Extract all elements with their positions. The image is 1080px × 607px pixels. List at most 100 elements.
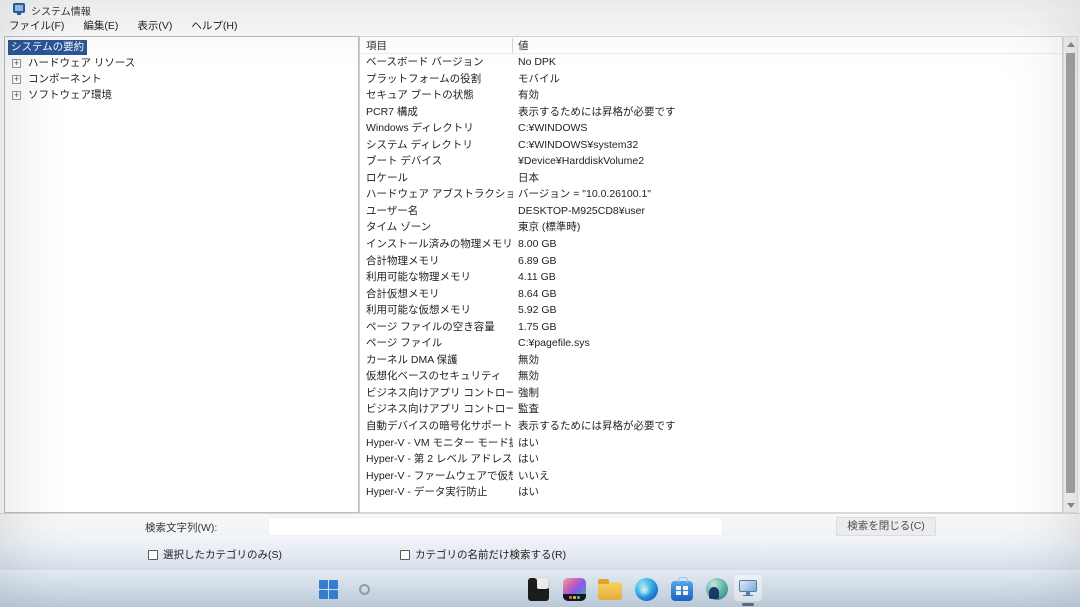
item-cell: ロケール bbox=[366, 171, 408, 184]
value-cell: いいえ bbox=[518, 469, 550, 482]
item-cell: カーネル DMA 保護 bbox=[366, 353, 458, 366]
item-cell: 利用可能な仮想メモリ bbox=[366, 304, 471, 317]
value-cell: バージョン = "10.0.26100.1" bbox=[518, 188, 652, 201]
checkbox-category-names-only[interactable] bbox=[400, 549, 410, 560]
scrollbar-thumb[interactable] bbox=[1066, 53, 1075, 493]
table-row[interactable]: ベースボード バージョン No DPK bbox=[360, 54, 1062, 71]
table-row[interactable]: ビジネス向けアプリ コントロールのユー... 監査 bbox=[360, 401, 1062, 418]
taskbar-system-information-button[interactable] bbox=[733, 574, 763, 602]
close-search-button[interactable]: 検索を閉じる(C) bbox=[836, 517, 936, 536]
table-row[interactable]: ページ ファイル C:¥pagefile.sys bbox=[360, 335, 1062, 352]
search-input[interactable] bbox=[268, 517, 723, 536]
table-row[interactable]: カーネル DMA 保護 無効 bbox=[360, 352, 1062, 369]
taskbar-photos-button[interactable] bbox=[561, 576, 587, 602]
value-cell: 監査 bbox=[518, 403, 539, 416]
value-cell: 有効 bbox=[518, 89, 539, 102]
value-cell: 表示するためには昇格が必要です bbox=[518, 420, 676, 433]
item-cell: Hyper-V - データ実行防止 bbox=[366, 486, 488, 499]
taskbar-store-button[interactable] bbox=[669, 576, 695, 602]
item-cell: 自動デバイスの暗号化サポート bbox=[366, 420, 513, 433]
table-row[interactable]: Hyper-V - データ実行防止 はい bbox=[360, 484, 1062, 501]
item-cell: Hyper-V - ファームウェアで仮想化が... bbox=[366, 469, 513, 482]
tree-item-components[interactable]: + コンポーネント bbox=[5, 72, 358, 88]
table-row[interactable]: ページ ファイルの空き容量 1.75 GB bbox=[360, 319, 1062, 336]
item-cell: ユーザー名 bbox=[366, 204, 419, 217]
taskbar-file-explorer-button[interactable] bbox=[597, 576, 623, 602]
item-cell: 利用可能な物理メモリ bbox=[366, 271, 471, 284]
taskbar-dark-app-button[interactable] bbox=[525, 576, 551, 602]
item-cell: ビジネス向けアプリ コントロール ポリ... bbox=[366, 386, 513, 399]
taskbar-search-button[interactable] bbox=[351, 576, 377, 602]
taskbar-globe-app-button[interactable] bbox=[704, 576, 730, 602]
item-cell: ベースボード バージョン bbox=[366, 56, 484, 68]
table-row[interactable]: ハードウェア アブストラクション レイヤーバージョン = "10.0.26100… bbox=[360, 186, 1062, 203]
start-button[interactable] bbox=[315, 576, 341, 602]
tree-item-hardware-resources[interactable]: + ハードウェア リソース bbox=[5, 56, 358, 72]
checkbox-label: カテゴリの名前だけ検索する(R) bbox=[415, 549, 567, 561]
value-cell: DESKTOP-M925CD8¥user bbox=[518, 204, 646, 217]
value-cell: 無効 bbox=[518, 370, 539, 383]
item-cell: ブート デバイス bbox=[366, 155, 443, 168]
search-string-label: 検索文字列(W): bbox=[145, 522, 218, 534]
value-cell: 無効 bbox=[518, 353, 539, 366]
value-cell: 8.00 GB bbox=[518, 238, 557, 251]
table-row[interactable]: プラットフォームの役割 モバイル bbox=[360, 71, 1062, 88]
value-cell: はい bbox=[518, 436, 539, 449]
table-row[interactable]: Hyper-V - VM モニター モード拡張... はい bbox=[360, 435, 1062, 452]
value-cell: 1.75 GB bbox=[518, 320, 557, 333]
table-row[interactable]: PCR7 構成 表示するためには昇格が必要です bbox=[360, 104, 1062, 121]
selected-category-only-option[interactable]: 選択したカテゴリのみ(S) bbox=[148, 547, 282, 562]
vertical-scrollbar[interactable] bbox=[1063, 36, 1078, 513]
table-row[interactable]: 合計仮想メモリ 8.64 GB bbox=[360, 286, 1062, 303]
table-row[interactable]: インストール済みの物理メモリ (RAM) 8.00 GB bbox=[360, 236, 1062, 253]
item-cell: ページ ファイル bbox=[366, 337, 443, 350]
category-names-only-option[interactable]: カテゴリの名前だけ検索する(R) bbox=[400, 547, 566, 562]
expand-plus-icon[interactable]: + bbox=[12, 75, 21, 84]
table-row[interactable]: 合計物理メモリ 6.89 GB bbox=[360, 253, 1062, 270]
expand-plus-icon[interactable]: + bbox=[12, 59, 21, 68]
edge-browser-icon bbox=[634, 577, 658, 601]
scroll-down-button[interactable] bbox=[1064, 498, 1077, 512]
item-cell: ハードウェア アブストラクション レイヤー bbox=[366, 188, 513, 201]
tree-item-software-environment[interactable]: + ソフトウェア環境 bbox=[5, 88, 358, 104]
table-row[interactable]: Hyper-V - 第 2 レベル アドレス変... はい bbox=[360, 451, 1062, 468]
table-row[interactable]: 利用可能な物理メモリ 4.11 GB bbox=[360, 269, 1062, 286]
table-row[interactable]: ビジネス向けアプリ コントロール ポリ... 強制 bbox=[360, 385, 1062, 402]
table-row[interactable]: システム ディレクトリ C:¥WINDOWS¥system32 bbox=[360, 137, 1062, 154]
menu-help[interactable]: ヘルプ(H) bbox=[189, 17, 246, 34]
value-cell: 日本 bbox=[518, 171, 539, 184]
column-header-value[interactable]: 値 bbox=[518, 38, 529, 53]
windows-logo-icon bbox=[318, 579, 338, 599]
table-row[interactable]: Windows ディレクトリ C:¥WINDOWS bbox=[360, 120, 1062, 137]
search-panel: 検索文字列(W): 検索を閉じる(C) 選択したカテゴリのみ(S) カテゴリの名… bbox=[0, 513, 1080, 570]
expand-plus-icon[interactable]: + bbox=[12, 91, 21, 100]
taskbar-edge-button[interactable] bbox=[633, 576, 659, 602]
tree-item-system-summary[interactable]: システムの要約 bbox=[5, 40, 358, 56]
item-cell: Windows ディレクトリ bbox=[366, 122, 474, 135]
column-header-item[interactable]: 項目 bbox=[360, 38, 512, 53]
value-cell: はい bbox=[518, 486, 539, 499]
menu-view[interactable]: 表示(V) bbox=[135, 17, 181, 34]
table-row[interactable]: 仮想化ベースのセキュリティ 無効 bbox=[360, 368, 1062, 385]
table-row[interactable]: 自動デバイスの暗号化サポート 表示するためには昇格が必要です bbox=[360, 418, 1062, 435]
value-cell: No DPK bbox=[518, 56, 556, 68]
table-row[interactable]: ユーザー名 DESKTOP-M925CD8¥user bbox=[360, 203, 1062, 220]
menu-file[interactable]: ファイル(F) bbox=[7, 17, 73, 34]
table-row[interactable]: ブート デバイス ¥Device¥HarddiskVolume2 bbox=[360, 153, 1062, 170]
value-cell: 5.92 GB bbox=[518, 304, 557, 317]
column-divider[interactable] bbox=[512, 37, 513, 53]
menu-edit[interactable]: 編集(E) bbox=[81, 17, 127, 34]
table-row[interactable]: セキュア ブートの状態 有効 bbox=[360, 87, 1062, 104]
item-cell: Hyper-V - VM モニター モード拡張... bbox=[366, 436, 513, 449]
value-cell: 表示するためには昇格が必要です bbox=[518, 105, 676, 118]
table-row[interactable]: Hyper-V - ファームウェアで仮想化が... いいえ bbox=[360, 468, 1062, 485]
table-row[interactable]: ロケール 日本 bbox=[360, 170, 1062, 187]
checkbox-selected-category[interactable] bbox=[148, 549, 158, 560]
globe-person-icon bbox=[706, 578, 728, 600]
table-row[interactable]: タイム ゾーン 東京 (標準時) bbox=[360, 219, 1062, 236]
table-row[interactable]: 利用可能な仮想メモリ 5.92 GB bbox=[360, 302, 1062, 319]
tree-item-label: システムの要約 bbox=[8, 40, 88, 55]
scroll-up-button[interactable] bbox=[1064, 37, 1077, 51]
item-cell: Hyper-V - 第 2 レベル アドレス変... bbox=[366, 453, 513, 466]
list-rows: ベースボード バージョン No DPK プラットフォームの役割 モバイル セキュア ブー… bbox=[360, 54, 1062, 501]
